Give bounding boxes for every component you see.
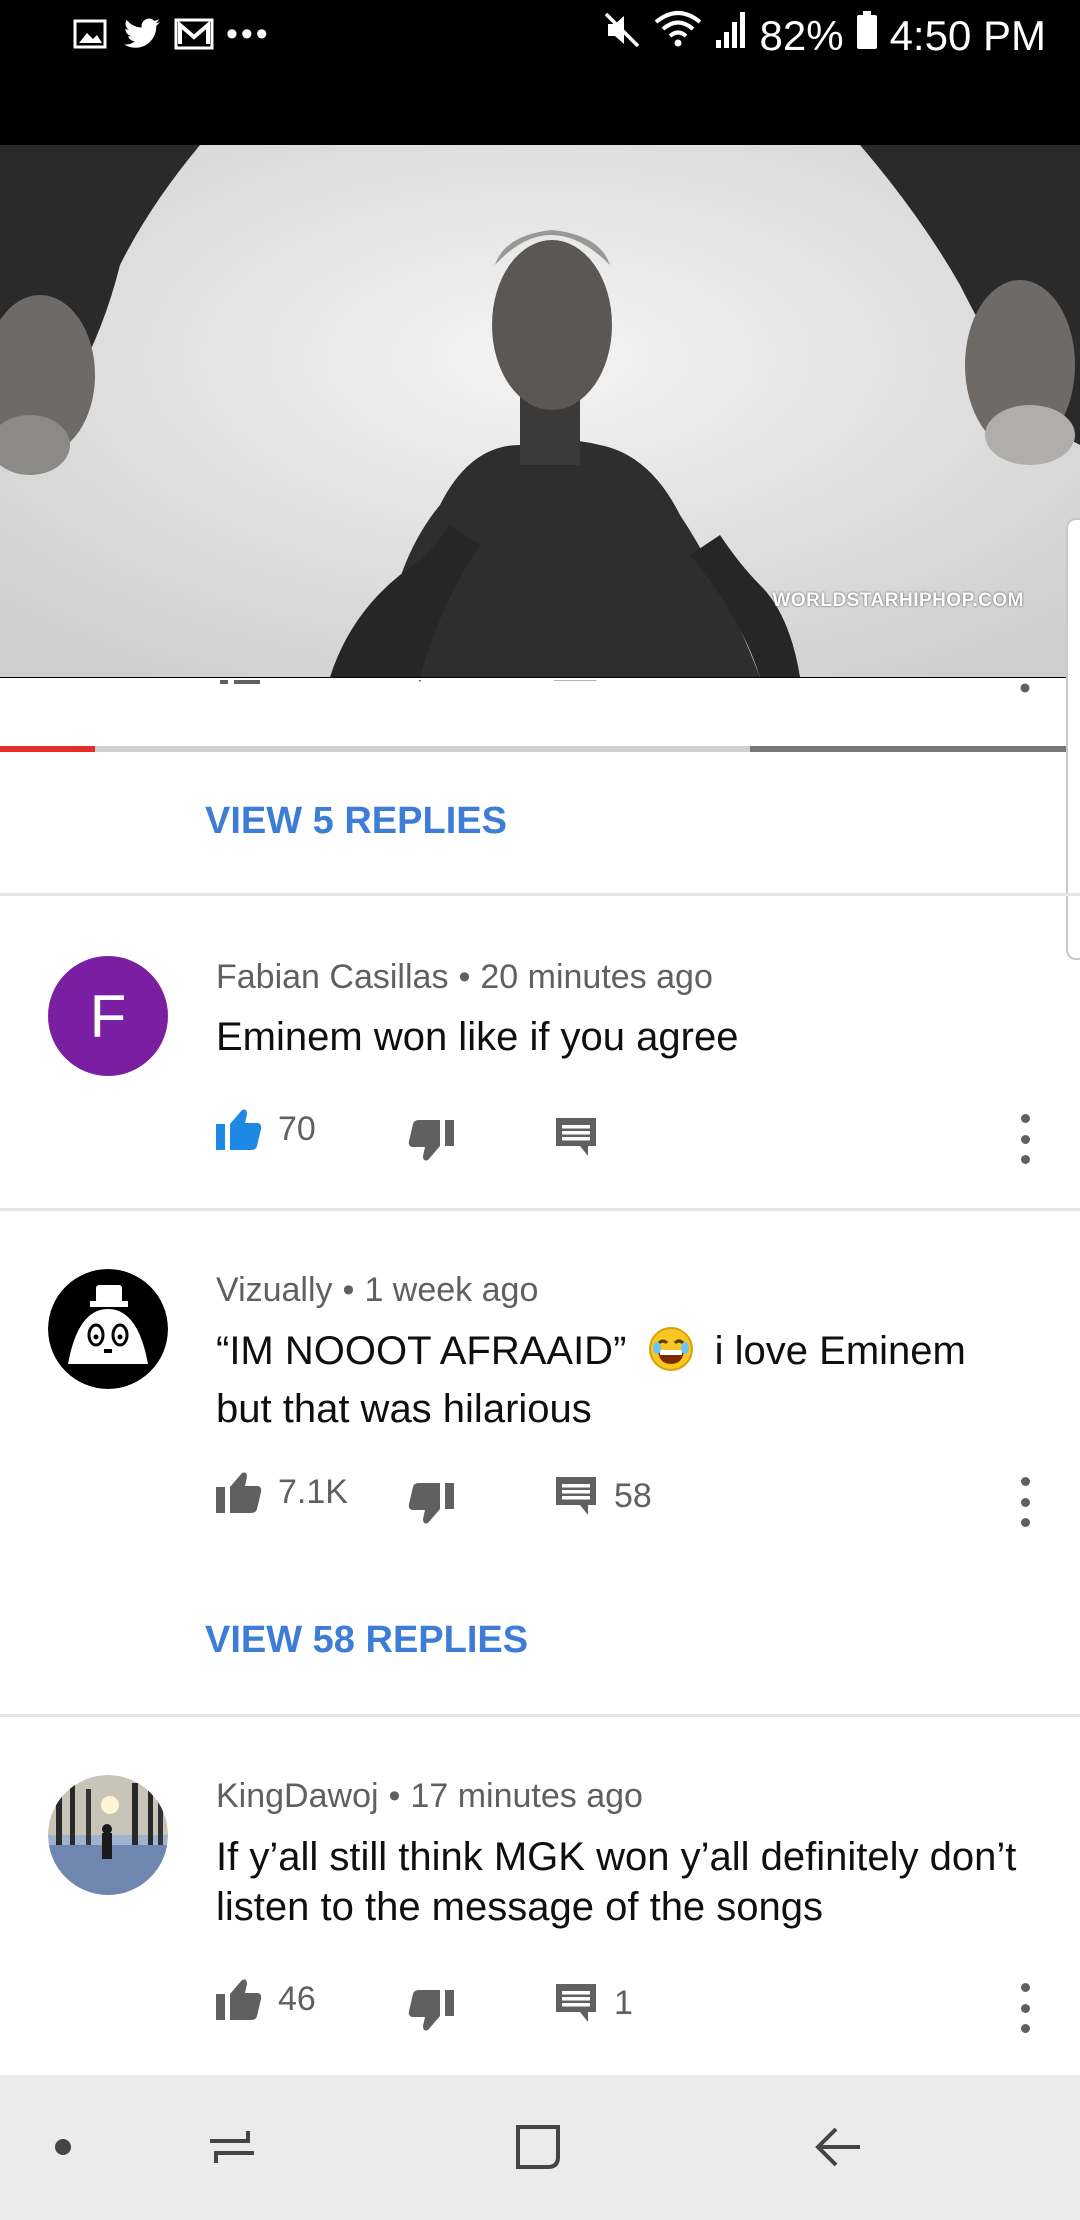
dislike-button[interactable] bbox=[408, 1120, 454, 1162]
gmail-icon bbox=[174, 14, 214, 54]
laughing-emoji-icon bbox=[648, 1326, 694, 1384]
dislike-icon bbox=[408, 1483, 454, 1524]
comment-time: 17 minutes ago bbox=[410, 1777, 643, 1815]
like-icon[interactable] bbox=[220, 680, 320, 692]
like-icon bbox=[216, 1109, 262, 1150]
like-icon bbox=[216, 1472, 262, 1513]
like-count: 46 bbox=[278, 1979, 316, 2018]
comment-text-quote: “IM NOOOT AFRAAID” bbox=[216, 1329, 627, 1373]
meta-separator: • bbox=[388, 1777, 401, 1815]
more-options-icon[interactable] bbox=[1012, 1983, 1038, 2033]
avatar[interactable]: F bbox=[48, 956, 168, 1076]
meta-separator: • bbox=[458, 958, 471, 996]
view-replies-button[interactable]: VIEW 5 REPLIES bbox=[205, 800, 507, 843]
comment-time: 1 week ago bbox=[364, 1271, 539, 1309]
dislike-icon[interactable] bbox=[408, 680, 444, 688]
video-progress-remaining[interactable] bbox=[750, 746, 1080, 752]
reply-button[interactable]: 58 bbox=[554, 1475, 652, 1517]
notification-icons: ••• bbox=[70, 14, 271, 54]
comment-item: F Fabian Casillas • 20 minutes ago Eminem … bbox=[0, 896, 1080, 1208]
view-replies-button[interactable]: VIEW 58 REPLIES bbox=[205, 1619, 528, 1662]
avatar-image bbox=[48, 1775, 168, 1895]
gallery-icon bbox=[70, 14, 110, 54]
dislike-icon bbox=[408, 1120, 454, 1161]
reply-icon bbox=[556, 1118, 596, 1156]
system-status: 82% 4:50 PM bbox=[602, 10, 1046, 61]
clock: 4:50 PM bbox=[889, 11, 1046, 59]
dislike-icon bbox=[408, 1990, 454, 2031]
video-progress-buffered[interactable] bbox=[95, 746, 750, 752]
comment-time: 20 minutes ago bbox=[480, 958, 713, 996]
video-progress-played[interactable] bbox=[0, 746, 95, 752]
battery-icon bbox=[856, 10, 878, 61]
comment-text-line1-end: i love Eminem bbox=[714, 1329, 966, 1373]
like-icon bbox=[216, 1979, 262, 2020]
like-count: 7.1K bbox=[278, 1472, 348, 1511]
twitter-icon bbox=[122, 14, 162, 54]
dot-icon[interactable] bbox=[48, 2127, 78, 2167]
status-bar: ••• 82% 4:50 PM bbox=[0, 0, 1080, 72]
comment-author[interactable]: Vizually bbox=[216, 1271, 333, 1309]
avatar-image bbox=[48, 1269, 168, 1389]
more-options-icon[interactable] bbox=[1020, 680, 1030, 696]
recent-apps-icon[interactable] bbox=[200, 2115, 264, 2179]
comment-meta: Fabian Casillas • 20 minutes ago bbox=[216, 958, 713, 997]
comment-author[interactable]: KingDawoj bbox=[216, 1777, 379, 1815]
back-icon[interactable] bbox=[806, 2115, 870, 2179]
meta-separator: • bbox=[342, 1271, 355, 1309]
reply-icon[interactable] bbox=[554, 680, 624, 686]
reply-icon bbox=[556, 1984, 596, 2022]
home-icon[interactable] bbox=[506, 2115, 570, 2179]
comment-text: If y’all still think MGK won y’all defin… bbox=[216, 1835, 1017, 1929]
comment-author[interactable]: Fabian Casillas bbox=[216, 958, 448, 996]
like-count: 70 bbox=[278, 1109, 316, 1148]
navigation-bar bbox=[0, 2075, 1080, 2220]
more-notifications-icon: ••• bbox=[226, 15, 271, 53]
comment-meta: KingDawoj • 17 minutes ago bbox=[216, 1777, 643, 1816]
video-player[interactable]: WORLDSTARHIPHOP.COM bbox=[0, 72, 1080, 752]
mute-icon bbox=[602, 10, 642, 61]
reply-button[interactable] bbox=[554, 1116, 598, 1158]
signal-icon bbox=[714, 10, 748, 61]
like-button[interactable]: 7.1K bbox=[216, 1471, 348, 1513]
previous-comment-actions bbox=[0, 680, 1080, 702]
video-frame[interactable]: WORLDSTARHIPHOP.COM bbox=[0, 145, 1080, 677]
more-options-icon[interactable] bbox=[1012, 1477, 1038, 1527]
video-watermark: WORLDSTARHIPHOP.COM bbox=[772, 590, 1024, 611]
comment-text-line2: but that was hilarious bbox=[216, 1387, 592, 1431]
battery-percent: 82% bbox=[759, 11, 844, 59]
comment-item: Vizually • 1 week ago “IM NOOOT AFRAAID” i… bbox=[0, 1211, 1080, 1714]
avatar[interactable] bbox=[48, 1775, 168, 1895]
comment-meta: Vizually • 1 week ago bbox=[216, 1271, 538, 1310]
reply-count: 1 bbox=[614, 1983, 633, 2022]
like-button[interactable]: 70 bbox=[216, 1108, 316, 1150]
avatar[interactable] bbox=[48, 1269, 168, 1389]
wifi-icon bbox=[654, 10, 702, 61]
like-button[interactable]: 46 bbox=[216, 1978, 316, 2020]
reply-count: 58 bbox=[614, 1476, 652, 1515]
comment-text: Eminem won like if you agree bbox=[216, 1015, 739, 1059]
dislike-button[interactable] bbox=[408, 1483, 454, 1525]
comment-item: KingDawoj • 17 minutes ago If y’all still … bbox=[0, 1717, 1080, 2075]
reply-icon bbox=[556, 1477, 596, 1515]
reply-button[interactable]: 1 bbox=[554, 1982, 633, 2024]
comment-text: “IM NOOOT AFRAAID” i love Eminem but tha… bbox=[216, 1326, 1036, 1434]
dislike-button[interactable] bbox=[408, 1990, 454, 2032]
more-options-icon[interactable] bbox=[1012, 1114, 1038, 1164]
